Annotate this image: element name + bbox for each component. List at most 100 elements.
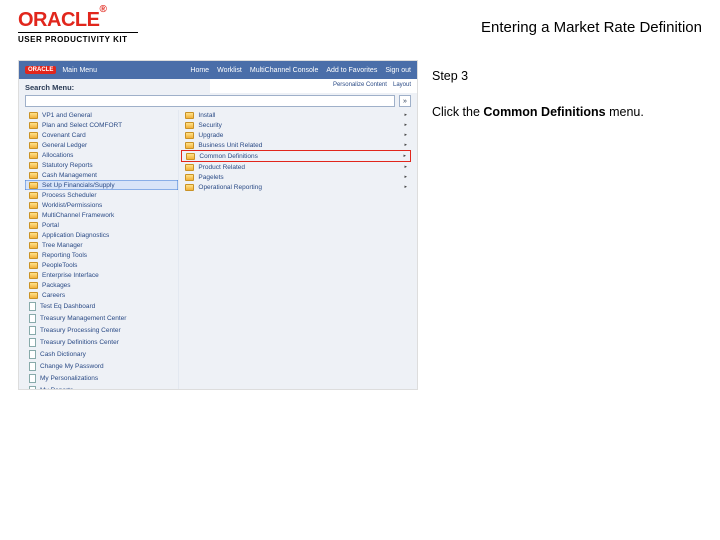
- menu-item-label: General Ledger: [42, 142, 87, 149]
- folder-icon: [29, 262, 38, 269]
- folder-icon: [29, 212, 38, 219]
- menu-item[interactable]: Covenant Card: [25, 130, 178, 140]
- menu-item-label: Careers: [42, 292, 65, 299]
- submenu-item[interactable]: Upgrade▸: [181, 130, 411, 140]
- submenu-item[interactable]: Install▸: [181, 110, 411, 120]
- search-go-button[interactable]: »: [399, 95, 411, 107]
- menu-item[interactable]: Worklist/Permissions: [25, 200, 178, 210]
- menu-item-label: Portal: [42, 222, 59, 229]
- menu-item-label: Tree Manager: [42, 242, 83, 249]
- folder-icon: [185, 174, 194, 181]
- nav-menu: VP1 and General Plan and Select COMFORTCo…: [25, 110, 179, 390]
- menu-item[interactable]: Portal: [25, 220, 178, 230]
- folder-icon: [29, 132, 38, 139]
- menu-item[interactable]: Enterprise Interface: [25, 270, 178, 280]
- menu-item[interactable]: Process Scheduler: [25, 190, 178, 200]
- content-link[interactable]: Layout: [393, 82, 411, 90]
- menu-item-label: Process Scheduler: [42, 192, 97, 199]
- menu-item-label: MultiChannel Framework: [42, 212, 114, 219]
- chevron-right-icon: ▸: [404, 184, 407, 190]
- search-input[interactable]: [25, 95, 395, 107]
- topbar-link[interactable]: Sign out: [385, 67, 411, 74]
- menu-item[interactable]: Set Up Financials/Supply: [25, 180, 178, 190]
- topbar-link[interactable]: Home: [190, 67, 209, 74]
- folder-icon: [29, 222, 38, 229]
- folder-icon: [185, 122, 194, 129]
- chevron-right-icon: ▸: [404, 112, 407, 118]
- chevron-right-icon: ▸: [404, 122, 407, 128]
- menu-item-label: PeopleTools: [42, 262, 77, 269]
- folder-icon: [185, 142, 194, 149]
- menu-item[interactable]: Cash Management: [25, 170, 178, 180]
- menu-item-label: Statutory Reports: [42, 162, 93, 169]
- chevron-right-icon: ▸: [404, 164, 407, 170]
- menu-item[interactable]: Statutory Reports: [25, 160, 178, 170]
- menu-item-label: Test Eq Dashboard: [40, 303, 95, 310]
- menu-item[interactable]: Application Diagnostics: [25, 230, 178, 240]
- submenu-item-common-definitions[interactable]: Common Definitions ▸: [181, 150, 411, 162]
- menu-item[interactable]: Change My Password: [25, 360, 178, 372]
- menu-item[interactable]: My Reports: [25, 384, 178, 390]
- menu-item-label: Worklist/Permissions: [42, 202, 102, 209]
- submenu-item[interactable]: Operational Reporting ▸: [181, 182, 411, 192]
- document-icon: [29, 302, 36, 311]
- menu-item[interactable]: Treasury Definitions Center: [25, 336, 178, 348]
- document-icon: [29, 386, 36, 391]
- submenu-item[interactable]: Pagelets▸: [181, 172, 411, 182]
- logo-subtitle: USER PRODUCTIVITY KIT: [18, 36, 138, 44]
- menu-item[interactable]: Reporting Tools: [25, 250, 178, 260]
- content-link[interactable]: Personalize Content: [333, 82, 387, 90]
- submenu-item-label: Pagelets: [198, 174, 223, 181]
- submenu-item[interactable]: Business Unit Related▸: [181, 140, 411, 150]
- menu-item[interactable]: Treasury Management Center: [25, 312, 178, 324]
- menu-item[interactable]: My Personalizations: [25, 372, 178, 384]
- menu-item-label: Plan and Select COMFORT: [42, 122, 122, 129]
- submenu-item[interactable]: Security▸: [181, 120, 411, 130]
- folder-icon: [29, 122, 38, 129]
- submenu-item-label: Upgrade: [198, 132, 223, 139]
- menu-item-label: Treasury Processing Center: [40, 327, 121, 334]
- menu-item[interactable]: Plan and Select COMFORT: [25, 120, 178, 130]
- menu-item[interactable]: PeopleTools: [25, 260, 178, 270]
- menu-item[interactable]: Cash Dictionary: [25, 348, 178, 360]
- menu-item-label: My Personalizations: [40, 375, 98, 382]
- document-icon: [29, 326, 36, 335]
- menu-item[interactable]: VP1 and General: [25, 110, 178, 120]
- app-logo-badge: ORACLE: [25, 66, 56, 74]
- nav-submenu: Install▸Security▸Upgrade▸Business Unit R…: [179, 110, 411, 390]
- submenu-item-label: Common Definitions: [199, 153, 258, 160]
- folder-icon: [29, 292, 38, 299]
- topbar-link[interactable]: Worklist: [217, 67, 242, 74]
- menu-item[interactable]: Test Eq Dashboard: [25, 300, 178, 312]
- folder-icon: [185, 164, 194, 171]
- menu-item-label: Change My Password: [40, 363, 104, 370]
- oracle-logo-block: ORACLE® USER PRODUCTIVITY KIT: [18, 10, 138, 44]
- menu-item[interactable]: MultiChannel Framework: [25, 210, 178, 220]
- menu-item-label: Cash Dictionary: [40, 351, 86, 358]
- menu-item-label: Packages: [42, 282, 71, 289]
- topbar-link[interactable]: MultiChannel Console: [250, 67, 318, 74]
- menu-item[interactable]: Allocations: [25, 150, 178, 160]
- menu-item-label: Cash Management: [42, 172, 97, 179]
- chevron-right-icon: ▸: [403, 153, 406, 159]
- main-menu-link[interactable]: Main Menu: [62, 67, 97, 74]
- submenu-item[interactable]: Product Related▸: [181, 162, 411, 172]
- menu-item[interactable]: Careers: [25, 290, 178, 300]
- submenu-item-label: Business Unit Related: [198, 142, 262, 149]
- folder-icon: [29, 172, 38, 179]
- folder-icon: [29, 272, 38, 279]
- app-screenshot: ORACLE Main Menu Home Worklist MultiChanne…: [18, 60, 418, 390]
- menu-item[interactable]: General Ledger: [25, 140, 178, 150]
- instruction-text: Click the Common Definitions menu.: [432, 104, 692, 122]
- content-links: Personalize Content Layout: [210, 79, 417, 93]
- menu-item[interactable]: Packages: [25, 280, 178, 290]
- menu-item[interactable]: Tree Manager: [25, 240, 178, 250]
- folder-icon: [29, 162, 38, 169]
- topbar-link[interactable]: Add to Favorites: [326, 67, 377, 74]
- submenu-item-label: Operational Reporting: [198, 184, 262, 191]
- folder-icon: [186, 153, 195, 160]
- menu-item-label: Treasury Definitions Center: [40, 339, 119, 346]
- instruction-panel: Step 3 Click the Common Definitions menu…: [432, 60, 692, 390]
- menu-item[interactable]: Treasury Processing Center: [25, 324, 178, 336]
- folder-icon: [185, 132, 194, 139]
